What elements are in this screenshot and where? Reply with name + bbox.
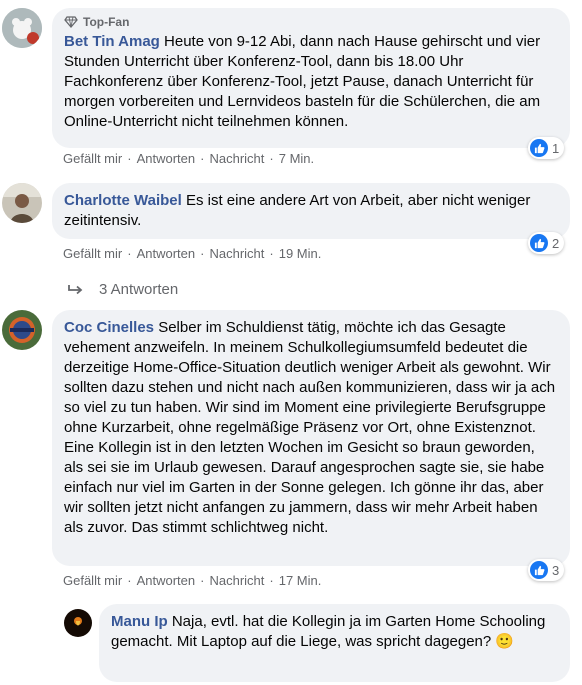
reply-arrow-icon: [68, 284, 83, 294]
reply-text: Manu Ip Naja, evtl. hat die Kollegin ja …: [111, 612, 558, 652]
reply-link[interactable]: Antworten: [137, 246, 196, 261]
comment-time[interactable]: 17 Min.: [279, 573, 322, 588]
avatar-image: [2, 8, 42, 48]
comment-text: Coc Cinelles Selber im Schuldienst tätig…: [64, 318, 558, 538]
message-link[interactable]: Nachricht: [209, 573, 264, 588]
badge-label: Top-Fan: [83, 15, 130, 29]
message-link[interactable]: Nachricht: [209, 151, 264, 166]
comment-body: Selber im Schuldienst tätig, möchte ich …: [64, 319, 556, 536]
reply-link[interactable]: Antworten: [137, 151, 196, 166]
view-replies-link[interactable]: 3 Antworten: [68, 281, 178, 298]
reply-link[interactable]: Antworten: [137, 573, 196, 588]
comment-actions: Gefällt mir · Antworten · Nachricht · 7 Min.: [63, 151, 315, 166]
comment-text: Bet Tin Amag Heute von 9-12 Abi, dann na…: [64, 32, 558, 132]
comment-bubble: Charlotte Waibel Es ist eine andere Art …: [52, 183, 570, 239]
message-link[interactable]: Nachricht: [209, 246, 264, 261]
like-thumb-icon: [530, 561, 548, 579]
comment-author[interactable]: Coc Cinelles: [64, 319, 154, 336]
avatar-image: [64, 609, 92, 637]
reaction-number: 3: [552, 562, 560, 578]
reply-author[interactable]: Manu Ip: [111, 613, 168, 630]
comment-time[interactable]: 19 Min.: [279, 246, 322, 261]
smiley-emoji: 🙂: [495, 633, 515, 650]
reaction-number: 1: [552, 140, 560, 156]
reaction-count[interactable]: 1: [528, 137, 565, 159]
reply-body: Naja, evtl. hat die Kollegin ja im Garte…: [111, 613, 546, 650]
top-fan-badge: Top-Fan: [64, 14, 558, 30]
like-link[interactable]: Gefällt mir: [63, 151, 122, 166]
comment-time[interactable]: 7 Min.: [279, 151, 314, 166]
replies-count-label: 3 Antworten: [99, 281, 179, 298]
comment-author[interactable]: Charlotte Waibel: [64, 192, 182, 209]
avatar[interactable]: [2, 8, 42, 48]
diamond-icon: [64, 16, 78, 28]
avatar[interactable]: [64, 609, 92, 637]
reply-bubble: Manu Ip Naja, evtl. hat die Kollegin ja …: [99, 604, 570, 682]
avatar-image: [2, 183, 42, 223]
reaction-count[interactable]: 2: [528, 232, 565, 254]
reaction-number: 2: [552, 235, 560, 251]
comment-text: Charlotte Waibel Es ist eine andere Art …: [64, 191, 558, 231]
like-link[interactable]: Gefällt mir: [63, 246, 122, 261]
like-thumb-icon: [530, 234, 548, 252]
like-link[interactable]: Gefällt mir: [63, 573, 122, 588]
avatar-image: [2, 310, 42, 350]
comment-bubble: Coc Cinelles Selber im Schuldienst tätig…: [52, 310, 570, 566]
reaction-count[interactable]: 3: [528, 559, 565, 581]
comment-actions: Gefällt mir · Antworten · Nachricht · 19 Min.: [63, 246, 322, 261]
comment-bubble: Top-Fan Bet Tin Amag Heute von 9-12 Abi,…: [52, 8, 570, 148]
avatar[interactable]: [2, 310, 42, 350]
avatar[interactable]: [2, 183, 42, 223]
like-thumb-icon: [530, 139, 548, 157]
comment-actions: Gefällt mir · Antworten · Nachricht · 17 Min.: [63, 573, 322, 588]
comment-author[interactable]: Bet Tin Amag: [64, 33, 160, 50]
